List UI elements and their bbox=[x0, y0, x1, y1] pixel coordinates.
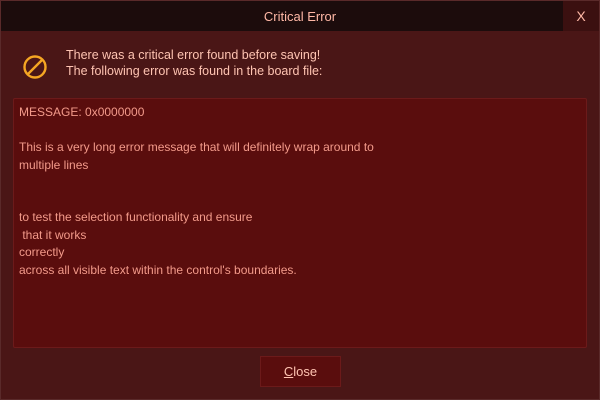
prohibited-icon bbox=[23, 55, 47, 79]
title-close-button[interactable]: X bbox=[563, 1, 599, 31]
error-details-textbox[interactable]: MESSAGE: 0x0000000 This is a very long e… bbox=[13, 98, 587, 348]
close-button-label: lose bbox=[293, 364, 318, 379]
close-button-mnemonic: C bbox=[283, 364, 294, 379]
critical-error-dialog: Critical Error X There was a critical er… bbox=[0, 0, 600, 400]
error-summary-line-1: There was a critical error found before … bbox=[66, 48, 321, 62]
close-button[interactable]: Close bbox=[260, 356, 341, 387]
error-summary: There was a critical error found before … bbox=[66, 47, 322, 79]
dialog-title: Critical Error bbox=[263, 8, 337, 24]
close-icon: X bbox=[576, 8, 586, 24]
title-bar[interactable]: Critical Error X bbox=[1, 1, 599, 31]
error-header: There was a critical error found before … bbox=[1, 31, 599, 93]
error-summary-line-2: The following error was found in the boa… bbox=[66, 64, 323, 78]
